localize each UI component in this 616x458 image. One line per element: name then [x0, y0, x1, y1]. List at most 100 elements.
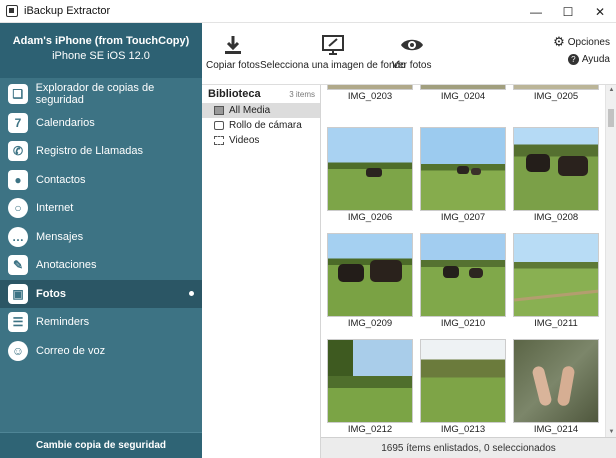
photo-thumbnail — [420, 233, 506, 317]
photo-item[interactable]: IMG_0204 — [420, 85, 506, 103]
photo-thumbnail — [327, 127, 413, 211]
sidebar-item-photos[interactable]: ▣ Fotos — [0, 279, 202, 308]
copy-photos-button[interactable]: Copiar fotos — [206, 33, 260, 71]
sidebar-item-calls[interactable]: ✆ Registro de Llamadas — [0, 137, 202, 166]
photo-thumbnail — [327, 85, 413, 90]
photo-caption: IMG_0206 — [347, 212, 393, 223]
backup-explorer-icon: ❏ — [8, 84, 28, 105]
eye-icon — [400, 33, 424, 57]
set-background-button[interactable]: Selecciona una imagen de fondo — [260, 33, 406, 71]
photo-item[interactable]: IMG_0210 — [420, 233, 506, 330]
film-icon — [214, 136, 224, 145]
photo-item[interactable]: IMG_0214 — [513, 339, 599, 436]
set-background-label: Selecciona una imagen de fondo — [260, 60, 406, 71]
library-item-label: Videos — [229, 135, 260, 146]
library-count: 3 items — [289, 90, 315, 99]
photo-grid: IMG_0203 IMG_0204 IMG_0205 IMG_0206 IMG_… — [321, 85, 605, 437]
library-panel: Biblioteca 3 items All Media Rollo de cá… — [202, 85, 321, 458]
sidebar-item-label: Explorador de copias de seguridad — [35, 82, 155, 107]
photo-thumbnail — [327, 339, 413, 423]
photo-caption: IMG_0211 — [534, 318, 578, 329]
photo-thumbnail — [420, 339, 506, 423]
photo-item[interactable]: IMG_0212 — [327, 339, 413, 436]
sidebar-item-label: Calendarios — [36, 116, 95, 129]
photo-item[interactable]: IMG_0208 — [513, 127, 599, 224]
maximize-button[interactable]: ☐ — [552, 0, 584, 23]
monitor-icon — [321, 33, 345, 57]
device-model: iPhone SE iOS 12.0 — [52, 50, 150, 62]
change-backup-button[interactable]: Cambie copia de seguridad — [0, 432, 202, 458]
nav-list: ❏ Explorador de copias de seguridad 7 Ca… — [0, 80, 202, 365]
scroll-down-icon[interactable]: ▼ — [606, 427, 616, 437]
photo-caption: IMG_0207 — [440, 212, 486, 223]
photo-item[interactable]: IMG_0211 — [513, 233, 599, 330]
help-button[interactable]: ? Ayuda — [567, 54, 610, 65]
photo-thumbnail — [513, 85, 599, 90]
close-button[interactable]: ✕ — [584, 0, 616, 23]
sidebar-item-messages[interactable]: … Mensajes — [0, 223, 202, 252]
photo-thumbnail — [420, 127, 506, 211]
sidebar-item-label: Anotaciones — [36, 259, 97, 272]
reminders-icon: ☰ — [8, 312, 28, 333]
sidebar-item-notes[interactable]: ✎ Anotaciones — [0, 251, 202, 280]
photos-icon: ▣ — [8, 283, 28, 304]
photo-thumbnail — [420, 85, 506, 90]
sidebar-item-backup-explorer[interactable]: ❏ Explorador de copias de seguridad — [0, 80, 202, 109]
photo-caption: IMG_0212 — [347, 424, 393, 435]
library-item-videos[interactable]: Videos — [202, 133, 320, 148]
photo-caption: IMG_0205 — [533, 91, 579, 102]
app-icon — [6, 5, 18, 17]
photo-item[interactable]: IMG_0205 — [513, 85, 599, 103]
photo-item[interactable]: IMG_0209 — [327, 233, 413, 330]
photo-thumbnail — [513, 339, 599, 423]
internet-icon: ○ — [8, 198, 28, 219]
sidebar-item-calendars[interactable]: 7 Calendarios — [0, 109, 202, 138]
camera-icon — [214, 121, 224, 130]
copy-photos-label: Copiar fotos — [206, 60, 260, 71]
sidebar: Adam's iPhone (from TouchCopy) iPhone SE… — [0, 23, 202, 458]
sidebar-item-label: Reminders — [36, 316, 90, 329]
photo-thumbnail — [513, 233, 599, 317]
sidebar-item-reminders[interactable]: ☰ Reminders — [0, 308, 202, 337]
photo-item[interactable]: IMG_0206 — [327, 127, 413, 224]
status-bar: 1695 ítems enlistados, 0 seleccionados — [321, 437, 616, 458]
library-item-all-media[interactable]: All Media — [202, 103, 320, 118]
sidebar-item-voicemail[interactable]: ☺ Correo de voz — [0, 337, 202, 366]
sidebar-item-label: Contactos — [36, 173, 86, 186]
sidebar-item-label: Mensajes — [36, 230, 84, 243]
sidebar-item-label: Correo de voz — [36, 344, 106, 357]
photo-grid-scrollbar[interactable]: ▲ ▼ — [605, 85, 616, 437]
sidebar-item-label: Internet — [36, 202, 74, 215]
sidebar-item-label: Registro de Llamadas — [36, 145, 144, 158]
view-photos-button[interactable]: Ver fotos — [392, 33, 431, 71]
photo-item[interactable]: IMG_0213 — [420, 339, 506, 436]
voicemail-icon: ☺ — [8, 340, 28, 361]
sidebar-item-contacts[interactable]: ● Contactos — [0, 166, 202, 195]
help-icon: ? — [567, 54, 579, 65]
title-bar: iBackup Extractor — ☐ ✕ — [0, 0, 616, 23]
help-label: Ayuda — [581, 54, 610, 65]
photo-caption: IMG_0209 — [347, 318, 393, 329]
photo-thumbnail — [327, 233, 413, 317]
scroll-up-icon[interactable]: ▲ — [606, 85, 616, 95]
library-item-camera-roll[interactable]: Rollo de cámara — [202, 118, 320, 133]
calendar-icon: 7 — [8, 112, 28, 133]
scroll-thumb[interactable] — [608, 109, 614, 127]
sidebar-item-label: Fotos — [36, 287, 66, 300]
photo-caption: IMG_0213 — [440, 424, 486, 435]
toolbar: Copiar fotos Selecciona una imagen de fo… — [202, 23, 616, 85]
contacts-icon: ● — [8, 169, 28, 190]
minimize-button[interactable]: — — [520, 0, 552, 23]
photo-item[interactable]: IMG_0203 — [327, 85, 413, 103]
sidebar-item-internet[interactable]: ○ Internet — [0, 194, 202, 223]
device-name: Adam's iPhone (from TouchCopy) — [12, 35, 190, 47]
library-item-label: All Media — [229, 105, 271, 116]
photo-thumbnail — [513, 127, 599, 211]
options-label: Opciones — [567, 36, 610, 48]
photo-item[interactable]: IMG_0207 — [420, 127, 506, 224]
photo-caption: IMG_0208 — [533, 212, 579, 223]
photo-caption: IMG_0214 — [533, 424, 579, 435]
window-title: iBackup Extractor — [24, 5, 111, 17]
phone-icon: ✆ — [8, 141, 28, 162]
options-button[interactable]: ⚙ Opciones — [553, 34, 610, 50]
